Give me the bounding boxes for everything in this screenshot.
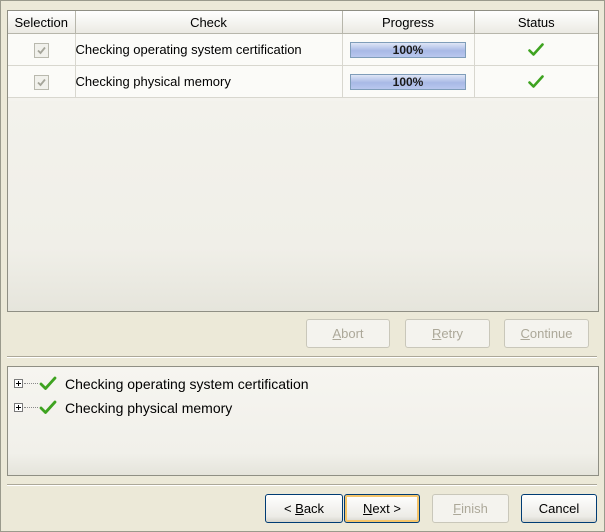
- selection-checkbox[interactable]: [33, 74, 49, 90]
- tree-connector: [24, 407, 38, 408]
- check-icon: [39, 376, 57, 390]
- status-cell: [474, 65, 598, 98]
- progress-cell: 100%: [342, 33, 475, 66]
- back-label-suffix: ack: [303, 501, 325, 516]
- back-label-mnemonic: B: [295, 501, 304, 516]
- check-name-cell: Checking operating system certification: [75, 33, 343, 66]
- separator: [7, 356, 597, 358]
- finish-label-mnemonic: F: [453, 501, 462, 516]
- tree-item-label: Checking physical memory: [65, 400, 233, 416]
- selection-cell: [8, 65, 76, 98]
- next-button[interactable]: Next >: [344, 494, 420, 523]
- retry-label-mnemonic: R: [431, 326, 442, 341]
- tree-item[interactable]: Checking physical memory: [8, 398, 598, 418]
- column-header-progress[interactable]: Progress: [342, 11, 475, 34]
- continue-button[interactable]: Continue: [504, 319, 589, 348]
- back-button[interactable]: < Back: [265, 494, 343, 523]
- checkbox-check-icon: [37, 46, 46, 54]
- check-name-cell: Checking physical memory: [75, 65, 343, 98]
- checkbox-check-icon: [37, 78, 46, 86]
- tree-item-label: Checking operating system certification: [65, 376, 309, 392]
- column-header-selection[interactable]: Selection: [8, 11, 76, 34]
- continue-label-mnemonic: C: [520, 326, 530, 341]
- installer-wizard-window: Selection Check Progress Status Checking…: [0, 0, 605, 532]
- finish-label-suffix: inish: [461, 501, 488, 516]
- retry-label-suffix: etry: [441, 326, 464, 341]
- progress-text: 100%: [392, 74, 424, 89]
- abort-label-mnemonic: A: [332, 326, 342, 341]
- table-row[interactable]: Checking physical memory 100%: [8, 65, 598, 98]
- column-header-check[interactable]: Check: [75, 11, 343, 34]
- selection-checkbox[interactable]: [33, 42, 49, 58]
- progress-cell: 100%: [342, 65, 475, 98]
- check-tree: Checking operating system certification …: [7, 366, 599, 476]
- checks-table-panel: Selection Check Progress Status Checking…: [7, 10, 599, 312]
- check-icon: [528, 43, 545, 57]
- check-icon: [39, 400, 57, 414]
- status-cell: [474, 33, 598, 66]
- selection-cell: [8, 33, 76, 66]
- continue-label-suffix: ontinue: [529, 326, 573, 341]
- next-label-suffix: ext >: [372, 501, 401, 516]
- checks-table: Selection Check Progress Status Checking…: [8, 11, 598, 98]
- abort-label-suffix: bort: [341, 326, 364, 341]
- table-header-row: Selection Check Progress Status: [8, 11, 598, 34]
- progress-bar: 100%: [350, 73, 466, 90]
- tree-connector: [24, 383, 38, 384]
- table-row[interactable]: Checking operating system certification …: [8, 33, 598, 66]
- check-icon: [528, 75, 545, 89]
- expand-icon[interactable]: [14, 379, 23, 388]
- progress-bar: 100%: [350, 41, 466, 58]
- back-label-prefix: <: [283, 501, 296, 516]
- retry-button[interactable]: Retry: [405, 319, 490, 348]
- table-empty-area: [8, 101, 598, 311]
- expand-icon[interactable]: [14, 403, 23, 412]
- cancel-button[interactable]: Cancel: [521, 494, 597, 523]
- finish-button[interactable]: Finish: [432, 494, 509, 523]
- progress-text: 100%: [392, 42, 424, 57]
- next-label-mnemonic: N: [363, 501, 373, 516]
- abort-button[interactable]: Abort: [306, 319, 390, 348]
- tree-item[interactable]: Checking operating system certification: [8, 374, 598, 394]
- column-header-status[interactable]: Status: [474, 11, 598, 34]
- separator: [7, 484, 597, 486]
